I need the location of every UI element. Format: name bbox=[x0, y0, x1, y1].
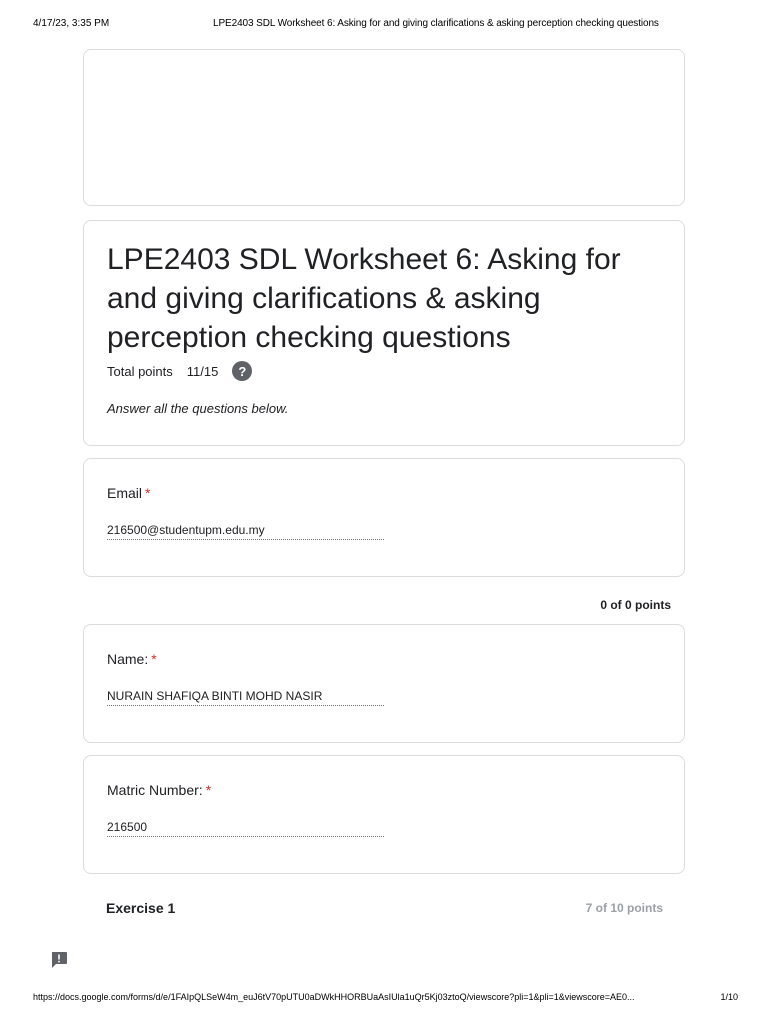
help-circle-icon[interactable]: ? bbox=[232, 361, 253, 381]
form-title: LPE2403 SDL Worksheet 6: Asking for and … bbox=[107, 243, 621, 354]
name-question-label: Name: * bbox=[107, 651, 157, 667]
email-label-text: Email bbox=[107, 485, 143, 501]
required-asterisk: * bbox=[151, 651, 157, 667]
email-question-label: Email * bbox=[107, 485, 150, 501]
matric-label-text: Matric Number: bbox=[107, 782, 203, 798]
email-answer: 216500@studentupm.edu.my bbox=[107, 523, 384, 540]
section-points: 0 of 0 points bbox=[600, 598, 671, 612]
print-header: 4/17/23, 3:35 PM LPE2403 SDL Worksheet 6… bbox=[33, 18, 738, 32]
exercise-section-title: Exercise 1 bbox=[106, 900, 176, 916]
print-footer: https://docs.google.com/forms/d/e/1FAIpQ… bbox=[33, 992, 738, 1006]
report-feedback-icon[interactable] bbox=[49, 950, 69, 970]
email-question-card: Email * 216500@studentupm.edu.my bbox=[83, 458, 685, 577]
header-banner-card bbox=[83, 49, 685, 206]
total-points-label: Total points bbox=[107, 363, 173, 379]
form-title-card: LPE2403 SDL Worksheet 6: Asking for and … bbox=[83, 220, 685, 446]
name-question-card: Name: * NURAIN SHAFIQA BINTI MOHD NASIR bbox=[83, 624, 685, 743]
matric-question-label: Matric Number: * bbox=[107, 782, 211, 798]
required-asterisk: * bbox=[145, 485, 151, 501]
matric-question-card: Matric Number: * 216500 bbox=[83, 755, 685, 874]
total-points-row: Total points 11/15 ? bbox=[107, 361, 253, 381]
exercise-section-points: 7 of 10 points bbox=[585, 901, 663, 915]
name-answer: NURAIN SHAFIQA BINTI MOHD NASIR bbox=[107, 689, 384, 706]
print-date: 4/17/23, 3:35 PM bbox=[33, 18, 110, 29]
print-url: https://docs.google.com/forms/d/e/1FAIpQ… bbox=[33, 992, 635, 1002]
matric-answer: 216500 bbox=[107, 820, 384, 837]
name-label-text: Name: bbox=[107, 651, 149, 667]
total-points-value: 11/15 bbox=[186, 363, 219, 379]
form-description: Answer all the questions below. bbox=[107, 401, 289, 416]
print-page-number: 1/10 bbox=[720, 992, 738, 1002]
required-asterisk: * bbox=[205, 782, 212, 798]
print-page-title: LPE2403 SDL Worksheet 6: Asking for and … bbox=[213, 18, 659, 29]
